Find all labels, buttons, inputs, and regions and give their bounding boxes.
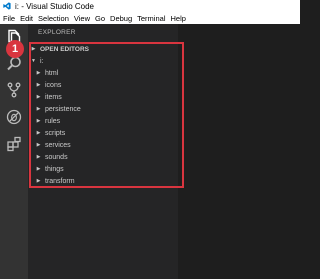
chevron-right-icon: ▶ <box>36 166 41 172</box>
chevron-right-icon: ▶ <box>36 106 41 112</box>
folder-item[interactable]: ▶ icons <box>28 79 178 91</box>
folder-item[interactable]: ▶ scripts <box>28 127 178 139</box>
debug-icon[interactable] <box>5 108 23 126</box>
chevron-right-icon: ▶ <box>36 178 41 184</box>
explorer-title: EXPLORER <box>38 29 76 36</box>
folder-label: rules <box>45 117 61 125</box>
chevron-right-icon: ▶ <box>36 94 41 100</box>
workspace-root[interactable]: ▼ i: <box>28 55 178 67</box>
folder-label: services <box>45 141 71 149</box>
chevron-right-icon: ▶ <box>31 46 36 52</box>
menu-go[interactable]: Go <box>95 14 105 23</box>
chevron-down-icon: ▼ <box>31 58 36 64</box>
vscode-logo-icon <box>3 2 11 10</box>
folder-item[interactable]: ▶ services <box>28 139 178 151</box>
folder-item[interactable]: ▶ items <box>28 91 178 103</box>
folder-item[interactable]: ▶ sounds <box>28 151 178 163</box>
chevron-right-icon: ▶ <box>36 154 41 160</box>
folder-label: icons <box>45 81 62 89</box>
window-title: i: - Visual Studio Code <box>15 1 95 11</box>
folder-label: transform <box>45 177 75 185</box>
open-editors-label: OPEN EDITORS <box>40 45 90 53</box>
editor-area[interactable] <box>178 24 300 279</box>
menu-file[interactable]: File <box>3 14 15 23</box>
step-badge: 1 <box>6 40 24 58</box>
folder-item[interactable]: ▶ transform <box>28 175 178 187</box>
folder-label: scripts <box>45 129 66 137</box>
chevron-right-icon: ▶ <box>36 118 41 124</box>
folder-label: html <box>45 69 59 77</box>
title-bar: i: - Visual Studio Code <box>0 0 300 12</box>
chevron-right-icon: ▶ <box>36 70 41 76</box>
folder-label: items <box>45 93 62 101</box>
source-control-icon[interactable] <box>5 81 23 99</box>
chevron-right-icon: ▶ <box>36 142 41 148</box>
folder-label: things <box>45 165 64 173</box>
folder-label: persistence <box>45 105 81 113</box>
chevron-right-icon: ▶ <box>36 130 41 136</box>
explorer-sidebar: EXPLORER ▶ OPEN EDITORS ▼ i: ▶ html ▶ ic… <box>28 24 178 279</box>
menu-selection[interactable]: Selection <box>38 14 69 23</box>
menu-bar: File Edit Selection View Go Debug Termin… <box>0 12 300 24</box>
open-editors-section[interactable]: ▶ OPEN EDITORS <box>28 43 178 55</box>
menu-view[interactable]: View <box>74 14 90 23</box>
folder-item[interactable]: ▶ things <box>28 163 178 175</box>
activity-bar <box>0 24 28 279</box>
menu-edit[interactable]: Edit <box>20 14 33 23</box>
extensions-icon[interactable] <box>5 135 23 153</box>
menu-terminal[interactable]: Terminal <box>137 14 165 23</box>
folder-item[interactable]: ▶ persistence <box>28 103 178 115</box>
menu-help[interactable]: Help <box>170 14 185 23</box>
folder-item[interactable]: ▶ rules <box>28 115 178 127</box>
workspace-root-label: i: <box>40 57 44 65</box>
folder-label: sounds <box>45 153 68 161</box>
folder-item[interactable]: ▶ html <box>28 67 178 79</box>
chevron-right-icon: ▶ <box>36 82 41 88</box>
menu-debug[interactable]: Debug <box>110 14 132 23</box>
